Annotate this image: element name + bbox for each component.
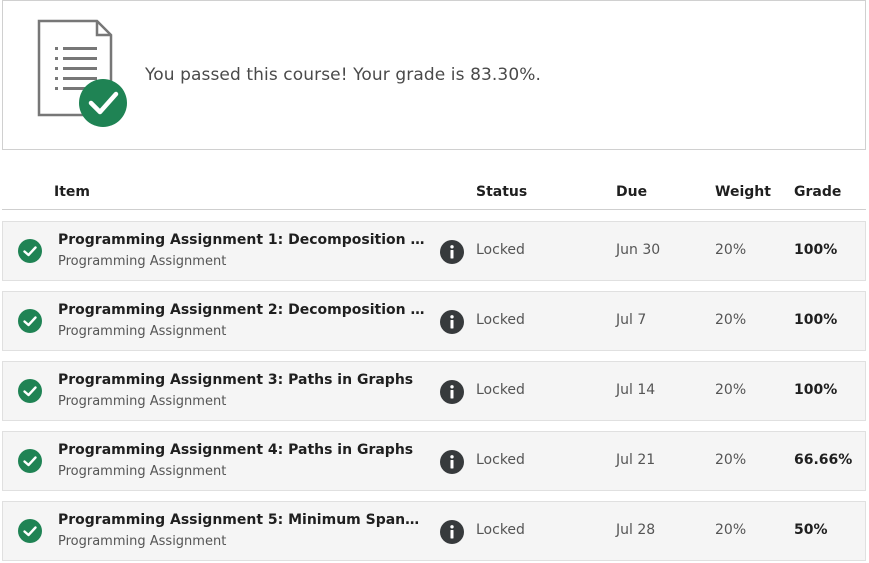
- course-passed-banner: You passed this course! Your grade is 83…: [2, 0, 866, 150]
- due-date: Jul 7: [616, 312, 647, 328]
- column-header-grade: Grade: [794, 184, 842, 200]
- status-text: Locked: [476, 382, 525, 398]
- assignment-type: Programming Assignment: [58, 324, 227, 339]
- grade-value: 50%: [794, 522, 828, 538]
- grade-value: 100%: [794, 382, 838, 398]
- info-icon[interactable]: [440, 310, 464, 334]
- check-circle-icon: [18, 239, 42, 263]
- info-icon[interactable]: [440, 240, 464, 264]
- assignment-type: Programming Assignment: [58, 254, 227, 269]
- assignment-title-link[interactable]: Programming Assignment 3: Paths in Graph…: [58, 372, 426, 388]
- column-header-item: Item: [54, 184, 90, 200]
- assignment-type: Programming Assignment: [58, 394, 227, 409]
- weight-value: 20%: [715, 382, 747, 398]
- table-row[interactable]: Programming Assignment 3: Paths in Graph…: [2, 361, 866, 421]
- table-row[interactable]: Programming Assignment 2: Decomposition …: [2, 291, 866, 351]
- weight-value: 20%: [715, 312, 747, 328]
- table-row[interactable]: Programming Assignment 4: Paths in Graph…: [2, 431, 866, 491]
- course-grade-message: You passed this course! Your grade is 83…: [145, 65, 542, 85]
- assignment-type: Programming Assignment: [58, 464, 227, 479]
- due-date: Jul 14: [616, 382, 656, 398]
- check-circle-icon: [18, 309, 42, 333]
- check-circle-icon: [18, 449, 42, 473]
- weight-value: 20%: [715, 242, 747, 258]
- column-header-status: Status: [476, 184, 528, 200]
- due-date: Jul 28: [616, 522, 656, 538]
- column-header-due: Due: [616, 184, 648, 200]
- status-text: Locked: [476, 522, 525, 538]
- check-circle-icon: [18, 379, 42, 403]
- info-icon[interactable]: [440, 520, 464, 544]
- assignment-title-link[interactable]: Programming Assignment 1: Decomposition …: [58, 232, 426, 248]
- grade-value: 100%: [794, 312, 838, 328]
- weight-value: 20%: [715, 522, 747, 538]
- weight-value: 20%: [715, 452, 747, 468]
- column-header-weight: Weight: [715, 184, 771, 200]
- check-circle-icon: [18, 519, 42, 543]
- status-text: Locked: [476, 452, 525, 468]
- table-row[interactable]: Programming Assignment 1: Decomposition …: [2, 221, 866, 281]
- assignment-title-link[interactable]: Programming Assignment 5: Minimum Spanni…: [58, 512, 426, 528]
- grades-table-header: Item Status Due Weight Grade: [2, 176, 866, 210]
- table-row[interactable]: Programming Assignment 5: Minimum Spanni…: [2, 501, 866, 561]
- info-icon[interactable]: [440, 380, 464, 404]
- assignment-type: Programming Assignment: [58, 534, 227, 549]
- assignment-title-link[interactable]: Programming Assignment 4: Paths in Graph…: [58, 442, 426, 458]
- status-text: Locked: [476, 312, 525, 328]
- grade-value: 100%: [794, 242, 838, 258]
- status-text: Locked: [476, 242, 525, 258]
- due-date: Jul 21: [616, 452, 656, 468]
- due-date: Jun 30: [616, 242, 661, 258]
- info-icon[interactable]: [440, 450, 464, 474]
- grade-value: 66.66%: [794, 452, 853, 468]
- document-checkmark-icon: [37, 19, 127, 127]
- assignment-title-link[interactable]: Programming Assignment 2: Decomposition …: [58, 302, 426, 318]
